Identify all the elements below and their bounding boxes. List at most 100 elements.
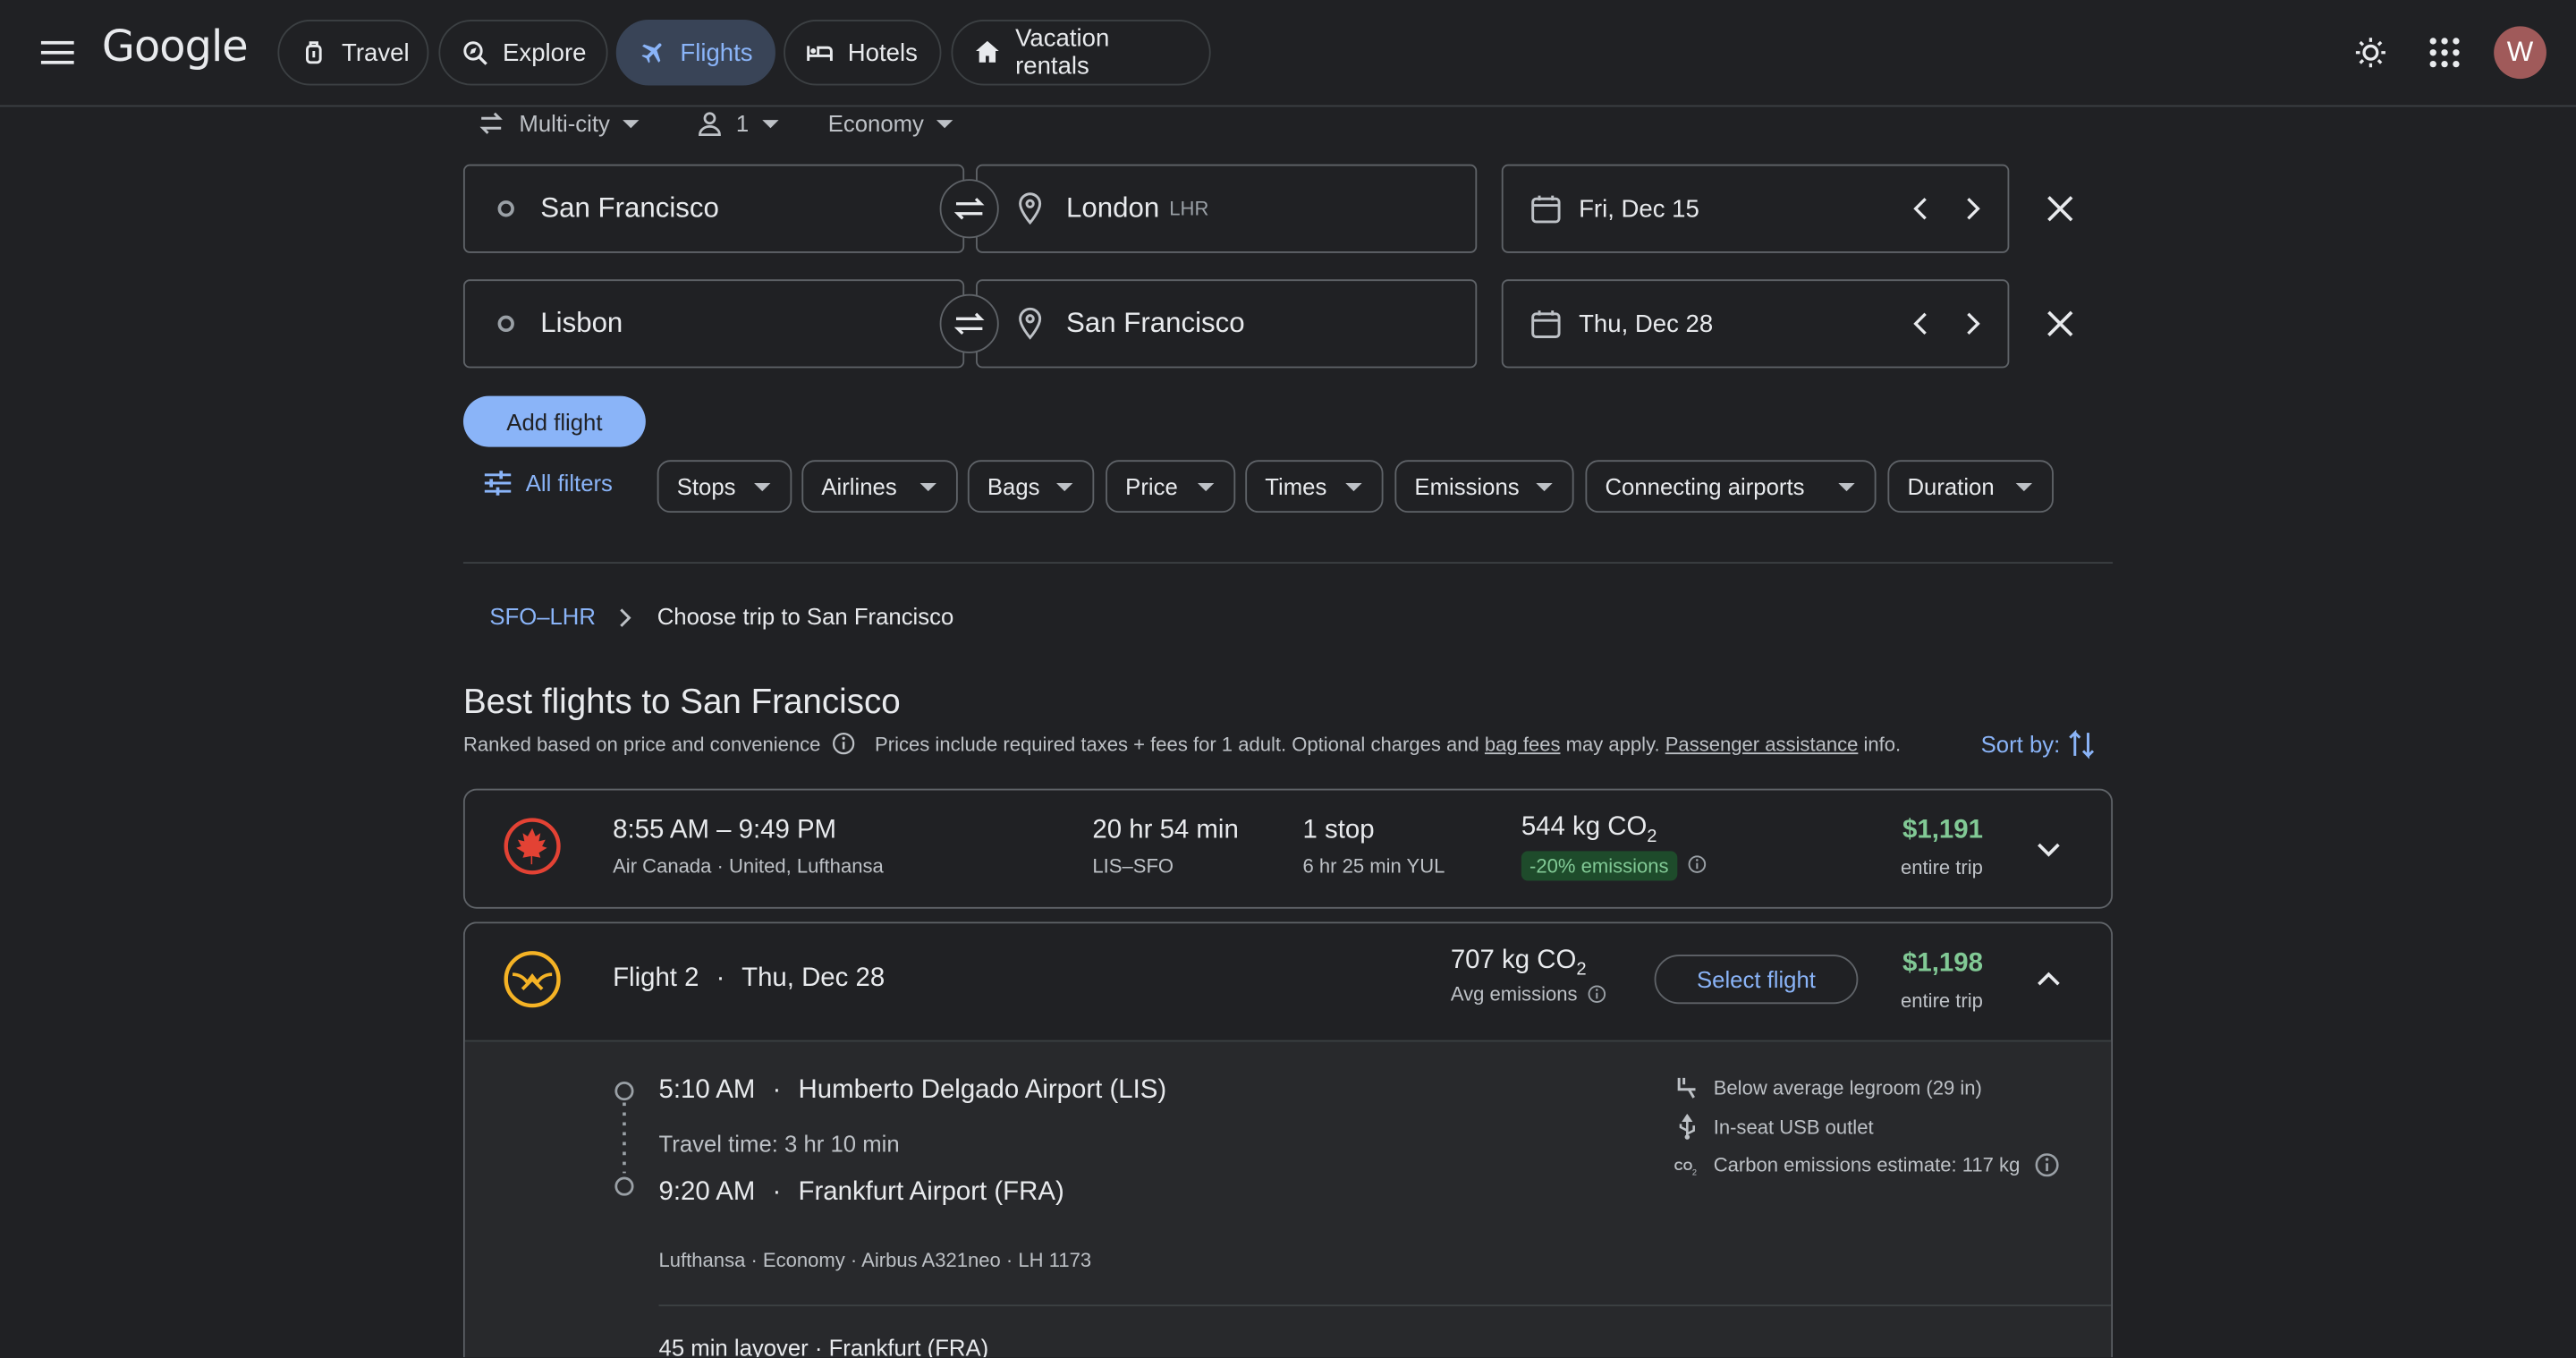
price-amount: $1,198 bbox=[1902, 949, 1983, 978]
info-icon[interactable] bbox=[2033, 1152, 2059, 1178]
origin-value: San Francisco bbox=[540, 191, 719, 224]
amenity-emissions: CO 2 Carbon emissions estimate: 117 kg bbox=[1674, 1152, 2060, 1178]
swap-arrows-icon bbox=[477, 110, 506, 136]
price-amount: $1,191 bbox=[1902, 816, 1983, 845]
emissions-label-row: Avg emissions bbox=[1451, 983, 1607, 1006]
bag-fees-link[interactable]: bag fees bbox=[1485, 732, 1561, 755]
apps-grid-icon[interactable] bbox=[2425, 33, 2464, 72]
filter-times[interactable]: Times bbox=[1245, 460, 1384, 513]
flight-details-panel: 5:10 AM · Humberto Delgado Airport (LIS)… bbox=[464, 1041, 2112, 1358]
remove-leg-icon[interactable] bbox=[2040, 189, 2080, 228]
segment-info: Lufthansa · Economy · Airbus A321neo · L… bbox=[658, 1248, 1092, 1272]
flight-result-card-expanded[interactable]: Flight 2 · Thu, Dec 28 707 kg CO2 Avg em… bbox=[462, 921, 2114, 1358]
add-flight-button[interactable]: Add flight bbox=[462, 395, 646, 447]
tab-explore[interactable]: Explore bbox=[438, 20, 608, 86]
tab-flights[interactable]: Flights bbox=[615, 20, 775, 86]
filter-emissions[interactable]: Emissions bbox=[1394, 460, 1574, 513]
swap-cities-button[interactable] bbox=[939, 179, 999, 239]
tab-hotels[interactable]: Hotels bbox=[784, 20, 942, 86]
origin-circle-icon bbox=[497, 200, 514, 217]
house-icon bbox=[972, 38, 1002, 67]
route-codes: LIS–SFO bbox=[1092, 854, 1174, 878]
chip-label: Emissions bbox=[1414, 472, 1520, 500]
account-avatar[interactable]: W bbox=[2494, 26, 2546, 80]
origin-field-leg1[interactable]: San Francisco bbox=[462, 164, 965, 253]
passenger-count: 1 bbox=[735, 110, 750, 137]
filter-bags[interactable]: Bags bbox=[967, 460, 1095, 513]
ranked-text: Ranked based on price and convenience bbox=[462, 732, 821, 755]
stop-count: 1 stop bbox=[1302, 816, 1375, 845]
destination-value: San Francisco bbox=[1066, 307, 1245, 339]
tab-travel[interactable]: Travel bbox=[277, 20, 429, 86]
info-icon[interactable] bbox=[1588, 985, 1607, 1005]
amenity-text: In-seat USB outlet bbox=[1713, 1116, 1874, 1139]
passenger-assistance-link[interactable]: Passenger assistance bbox=[1665, 732, 1859, 755]
main-menu-icon[interactable] bbox=[36, 33, 79, 72]
divider bbox=[462, 562, 2114, 564]
location-pin-icon bbox=[1017, 192, 1043, 225]
sort-by-button[interactable]: Sort by: bbox=[1981, 728, 2097, 761]
emissions-value: 707 kg CO2 bbox=[1451, 946, 1607, 980]
price-label: entire trip bbox=[1901, 989, 1983, 1013]
tab-vacation-rentals[interactable]: Vacation rentals bbox=[951, 20, 1211, 86]
prices-text-3: info. bbox=[1863, 732, 1902, 755]
chevron-right-icon bbox=[614, 607, 634, 630]
co2-icon: CO 2 bbox=[1674, 1152, 1700, 1178]
all-filters-label: All filters bbox=[525, 470, 613, 497]
filter-connecting-airports[interactable]: Connecting airports bbox=[1585, 460, 1877, 513]
date-arrows bbox=[1909, 194, 1984, 224]
previous-date-icon[interactable] bbox=[1909, 194, 1932, 224]
cabin-class-select[interactable]: Economy bbox=[828, 106, 953, 141]
luggage-icon bbox=[299, 38, 328, 67]
chevron-down-icon bbox=[1345, 482, 1362, 491]
google-logo[interactable]: Google bbox=[102, 23, 249, 72]
filter-price[interactable]: Price bbox=[1106, 460, 1236, 513]
emissions-subscript: 2 bbox=[1576, 959, 1587, 980]
chip-label: Bags bbox=[987, 472, 1040, 500]
chip-label: Duration bbox=[1907, 472, 1995, 500]
destination-field-leg1[interactable]: London LHR bbox=[976, 164, 1478, 253]
trip-type-select[interactable]: Multi-city bbox=[477, 106, 640, 141]
next-date-icon[interactable] bbox=[1962, 309, 1985, 338]
emissions-badge: -20% emissions bbox=[1521, 851, 1677, 881]
person-icon bbox=[697, 110, 723, 136]
emissions-amount: 544 kg CO bbox=[1521, 813, 1648, 842]
swap-cities-button[interactable] bbox=[939, 293, 999, 353]
date-field-leg2[interactable]: Thu, Dec 28 bbox=[1501, 279, 2010, 369]
theme-toggle-icon[interactable] bbox=[2351, 33, 2390, 72]
date-value: Thu, Dec 28 bbox=[1579, 310, 1714, 338]
passenger-select[interactable]: 1 bbox=[697, 106, 779, 141]
filter-duration[interactable]: Duration bbox=[1887, 460, 2054, 513]
date-field-leg1[interactable]: Fri, Dec 15 bbox=[1501, 164, 2010, 253]
origin-field-leg2[interactable]: Lisbon bbox=[462, 279, 965, 369]
chevron-down-icon bbox=[2015, 482, 2033, 491]
select-flight-button[interactable]: Select flight bbox=[1654, 955, 1859, 1005]
amenity-legroom: Below average legroom (29 in) bbox=[1674, 1074, 1982, 1100]
total-duration: 20 hr 54 min bbox=[1092, 816, 1239, 845]
info-icon[interactable] bbox=[830, 731, 855, 756]
chevron-down-icon bbox=[1056, 482, 1073, 491]
info-icon[interactable] bbox=[1687, 854, 1707, 874]
all-filters-button[interactable]: All filters bbox=[483, 470, 613, 497]
filter-stops[interactable]: Stops bbox=[657, 460, 792, 513]
stops-column: 1 stop 6 hr 25 min YUL bbox=[1303, 817, 1445, 878]
filter-airlines[interactable]: Airlines bbox=[801, 460, 958, 513]
chip-label: Stops bbox=[676, 472, 736, 500]
divider bbox=[658, 1304, 2112, 1307]
expand-chevron-down-icon[interactable] bbox=[2029, 830, 2068, 870]
flight-result-card[interactable]: 8:55 AM – 9:49 PM Air Canada · United, L… bbox=[462, 788, 2114, 909]
chevron-down-icon bbox=[623, 119, 640, 128]
svg-text:CO: CO bbox=[1674, 1159, 1693, 1173]
previous-date-icon[interactable] bbox=[1909, 309, 1932, 338]
emissions-badge-row: -20% emissions bbox=[1521, 846, 1707, 881]
calendar-icon bbox=[1530, 192, 1563, 225]
breadcrumb-outbound-link[interactable]: SFO–LHR bbox=[489, 603, 596, 629]
price-label: entire trip bbox=[1901, 855, 1983, 879]
destination-field-leg2[interactable]: San Francisco bbox=[976, 279, 1478, 369]
usb-icon bbox=[1674, 1114, 1700, 1140]
departure-airport: Humberto Delgado Airport (LIS) bbox=[798, 1076, 1167, 1105]
remove-leg-icon[interactable] bbox=[2040, 304, 2080, 344]
next-date-icon[interactable] bbox=[1962, 194, 1985, 224]
collapse-chevron-up-icon[interactable] bbox=[2029, 960, 2068, 999]
chevron-down-icon bbox=[754, 482, 771, 491]
